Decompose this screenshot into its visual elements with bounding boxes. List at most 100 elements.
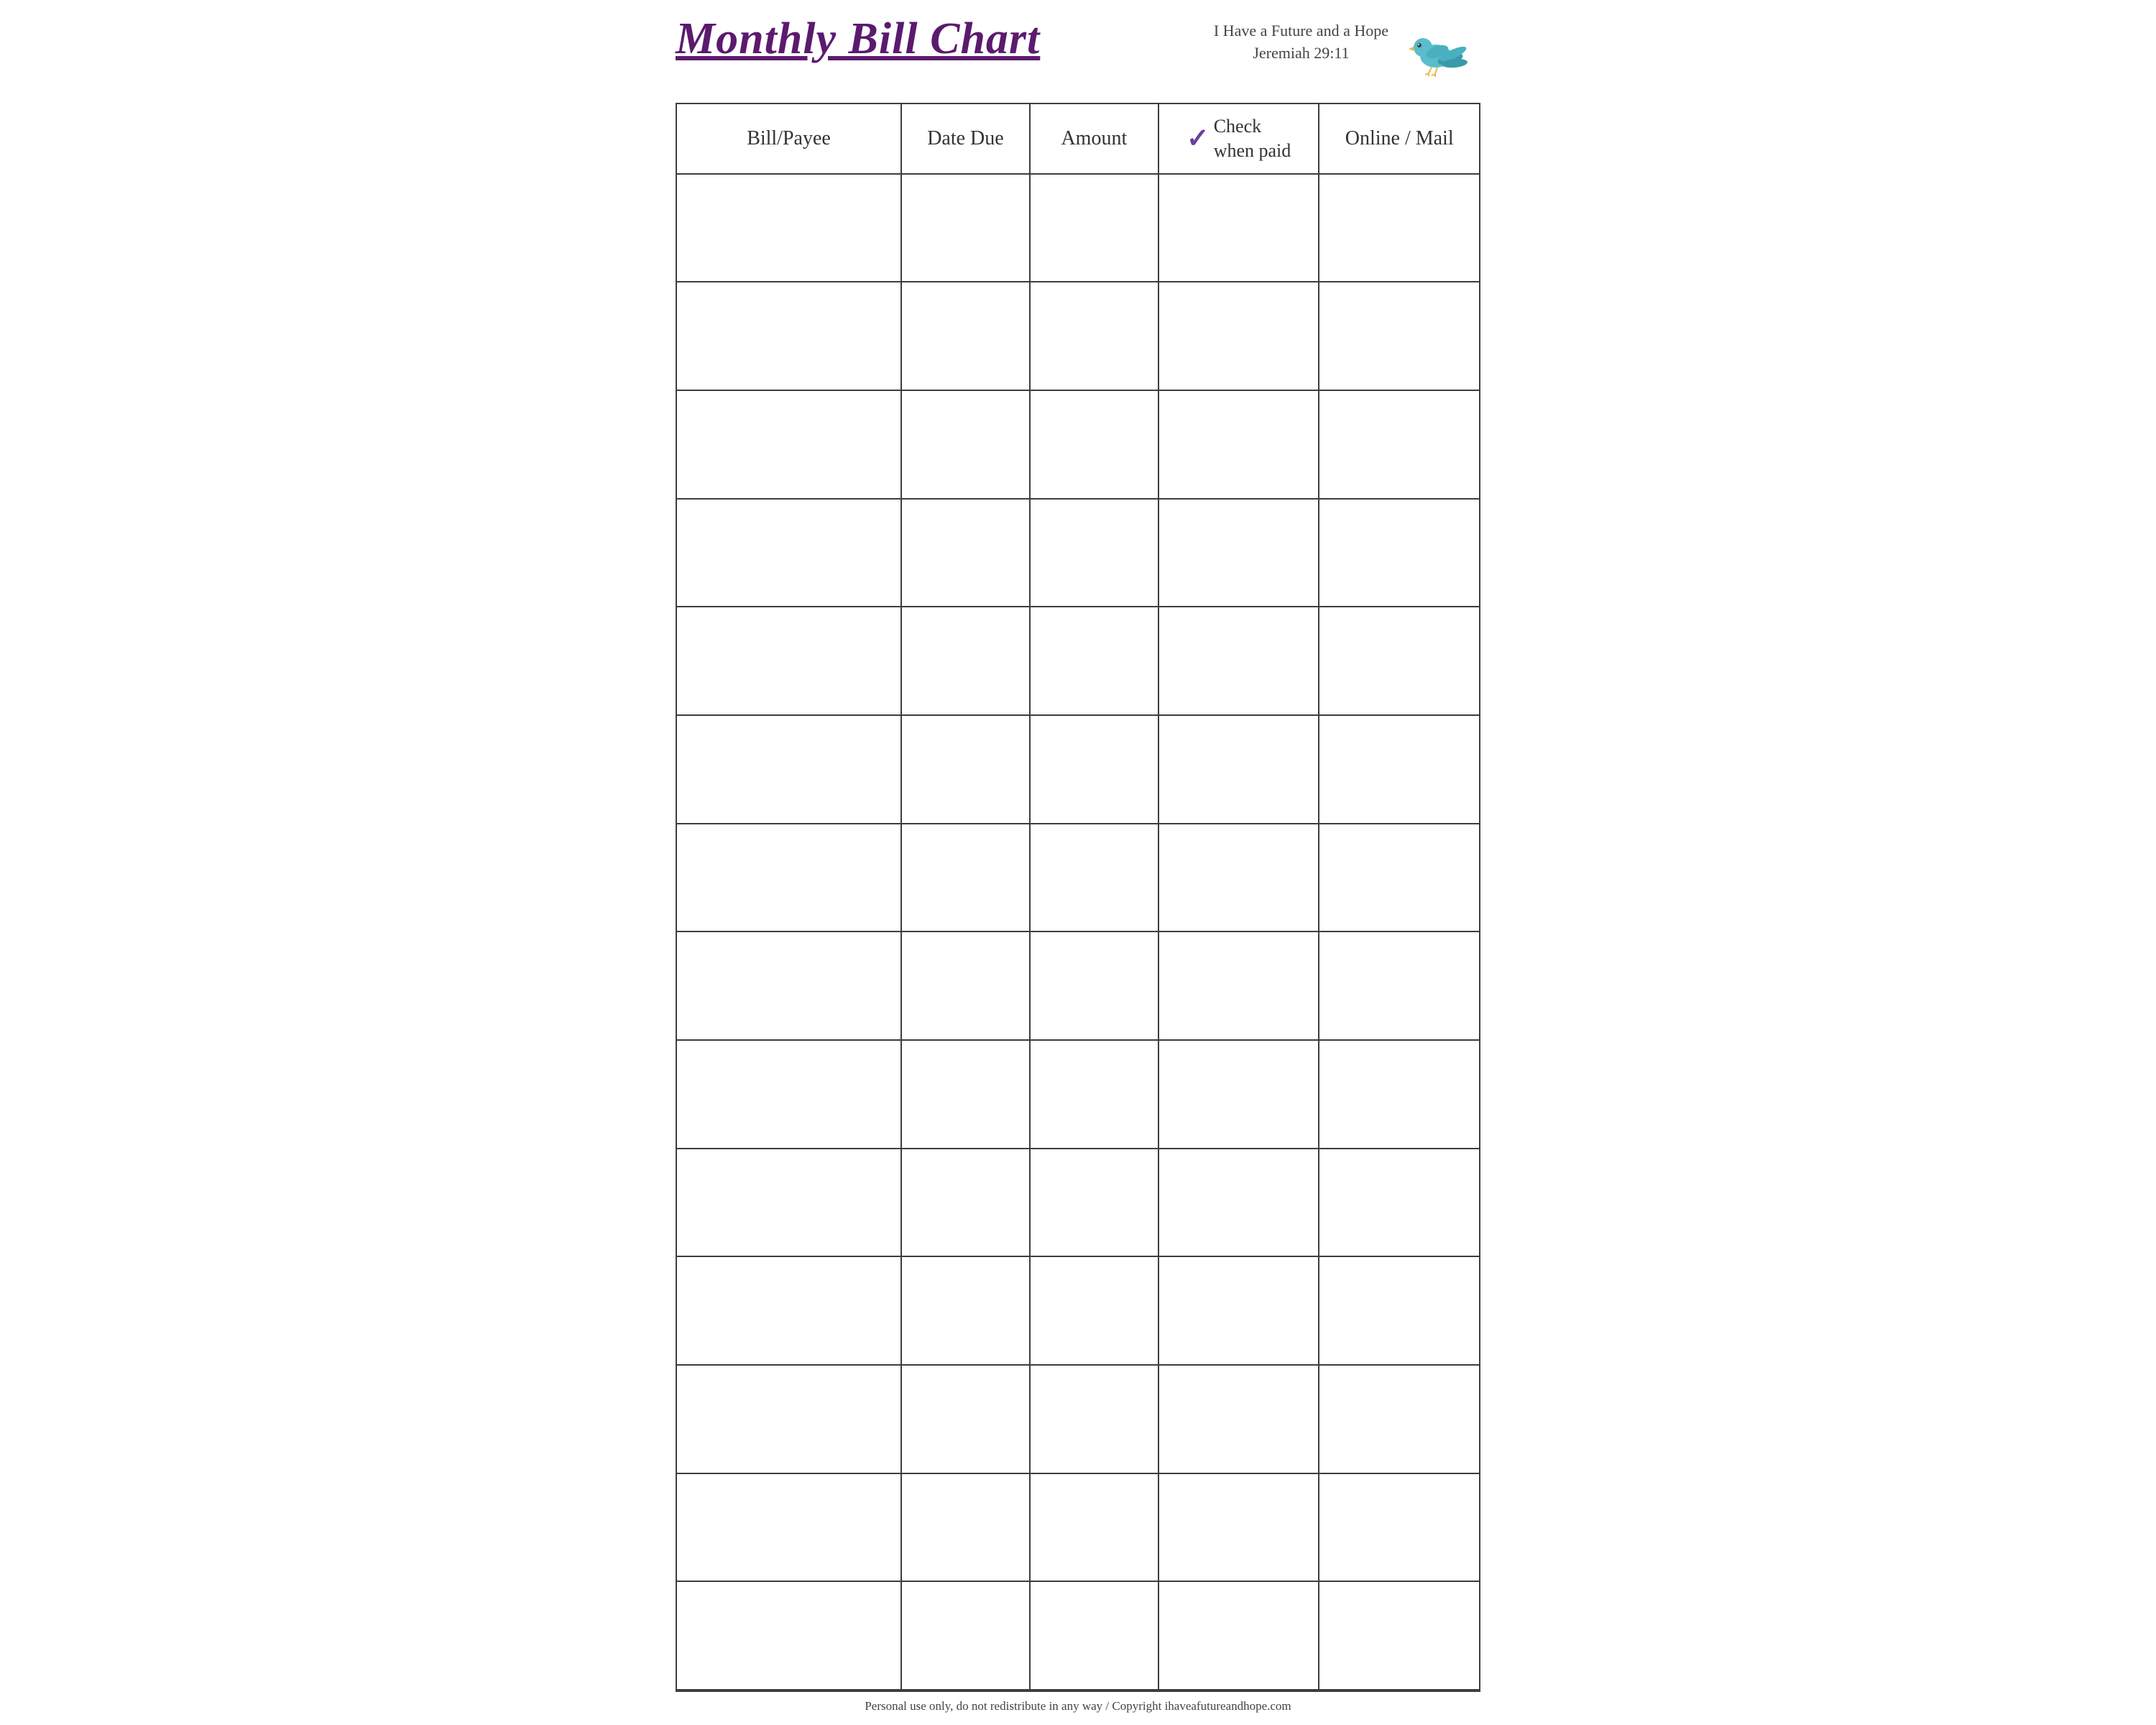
table-row (676, 1040, 1480, 1149)
table-cell (1319, 282, 1480, 390)
table-cell (1030, 607, 1158, 715)
page-title: Monthly Bill Chart (676, 14, 1040, 63)
table-cell (676, 1581, 901, 1690)
footer-text: Personal use only, do not redistribute i… (865, 1699, 1291, 1713)
table-row (676, 499, 1480, 607)
table-cell (676, 174, 901, 282)
table-cell (1030, 932, 1158, 1040)
table-cell (1030, 499, 1158, 607)
table-row (676, 174, 1480, 282)
table-cell (1030, 1581, 1158, 1690)
table-cell (1319, 1473, 1480, 1582)
table-cell (1158, 174, 1319, 282)
table-cell (1030, 1149, 1158, 1257)
table-cell (1158, 1040, 1319, 1149)
table-cell (676, 932, 901, 1040)
table-cell (1158, 1473, 1319, 1582)
table-cell (901, 1149, 1030, 1257)
header-right: I Have a Future and a Hope Jeremiah 29:1… (1214, 14, 1480, 83)
table-cell (1158, 607, 1319, 715)
table-cell (901, 282, 1030, 390)
table-cell (901, 607, 1030, 715)
table-cell (676, 824, 901, 932)
table-cell (676, 1256, 901, 1365)
table-cell (676, 1473, 901, 1582)
table-cell (1319, 1149, 1480, 1257)
table-cell (1319, 499, 1480, 607)
col-header-date: Date Due (901, 104, 1030, 174)
table-row (676, 390, 1480, 499)
verse-area: I Have a Future and a Hope Jeremiah 29:1… (1214, 20, 1388, 65)
table-cell (1319, 824, 1480, 932)
table-cell (901, 932, 1030, 1040)
table-cell (1158, 282, 1319, 390)
table-cell (676, 499, 901, 607)
table-cell (1158, 390, 1319, 499)
table-row (676, 824, 1480, 932)
check-header-content: ✓ Checkwhen paid (1166, 114, 1312, 163)
table-row (676, 1256, 1480, 1365)
table-cell (676, 1040, 901, 1149)
table-cell (1158, 1256, 1319, 1365)
table-cell (901, 1581, 1030, 1690)
table-cell (1030, 390, 1158, 499)
table-cell (1319, 1256, 1480, 1365)
table-cell (1158, 932, 1319, 1040)
table-cell (1319, 1040, 1480, 1149)
table-cell (676, 282, 901, 390)
table-cell (901, 499, 1030, 607)
table-cell (676, 607, 901, 715)
table-cell (901, 1040, 1030, 1149)
verse-line1: I Have a Future and a Hope (1214, 20, 1388, 42)
table-cell (1158, 1149, 1319, 1257)
table-cell (1158, 1365, 1319, 1473)
table-cell (1030, 1365, 1158, 1473)
table-cell (1319, 932, 1480, 1040)
table-cell (1030, 174, 1158, 282)
table-cell (1030, 282, 1158, 390)
page: Monthly Bill Chart I Have a Future and a… (647, 0, 1509, 1725)
table-cell (901, 1473, 1030, 1582)
table-cell (1158, 824, 1319, 932)
table-cell (1030, 824, 1158, 932)
table-cell (1319, 390, 1480, 499)
table-cell (676, 1365, 901, 1473)
table-cell (1030, 1256, 1158, 1365)
table-cell (1158, 499, 1319, 607)
table-body (676, 174, 1480, 1690)
col-header-check: ✓ Checkwhen paid (1158, 104, 1319, 174)
table-header-row: Bill/Payee Date Due Amount ✓ Checkwhen p… (676, 104, 1480, 174)
table-cell (1319, 174, 1480, 282)
check-when-paid-label: Checkwhen paid (1214, 114, 1291, 163)
footer: Personal use only, do not redistribute i… (676, 1690, 1480, 1718)
table-cell (676, 1149, 901, 1257)
table-cell (1158, 715, 1319, 824)
table-cell (676, 715, 901, 824)
bill-table: Bill/Payee Date Due Amount ✓ Checkwhen p… (676, 103, 1480, 1690)
table-row (676, 607, 1480, 715)
verse-line2: Jeremiah 29:11 (1214, 42, 1388, 65)
table-row (676, 1149, 1480, 1257)
table-row (676, 1365, 1480, 1473)
table-cell (901, 174, 1030, 282)
bird-icon (1401, 14, 1480, 83)
col-header-bill: Bill/Payee (676, 104, 901, 174)
table-cell (901, 1256, 1030, 1365)
table-cell (1319, 607, 1480, 715)
table-cell (1319, 715, 1480, 824)
table-row (676, 715, 1480, 824)
table-cell (901, 715, 1030, 824)
col-header-amount: Amount (1030, 104, 1158, 174)
table-cell (1030, 715, 1158, 824)
table-cell (901, 1365, 1030, 1473)
checkmark-icon: ✓ (1187, 125, 1210, 152)
col-header-online: Online / Mail (1319, 104, 1480, 174)
table-cell (1158, 1581, 1319, 1690)
table-cell (1319, 1365, 1480, 1473)
table-cell (1030, 1473, 1158, 1582)
table-row (676, 282, 1480, 390)
table-cell (901, 824, 1030, 932)
table-cell (1030, 1040, 1158, 1149)
table-cell (676, 390, 901, 499)
table-row (676, 1581, 1480, 1690)
